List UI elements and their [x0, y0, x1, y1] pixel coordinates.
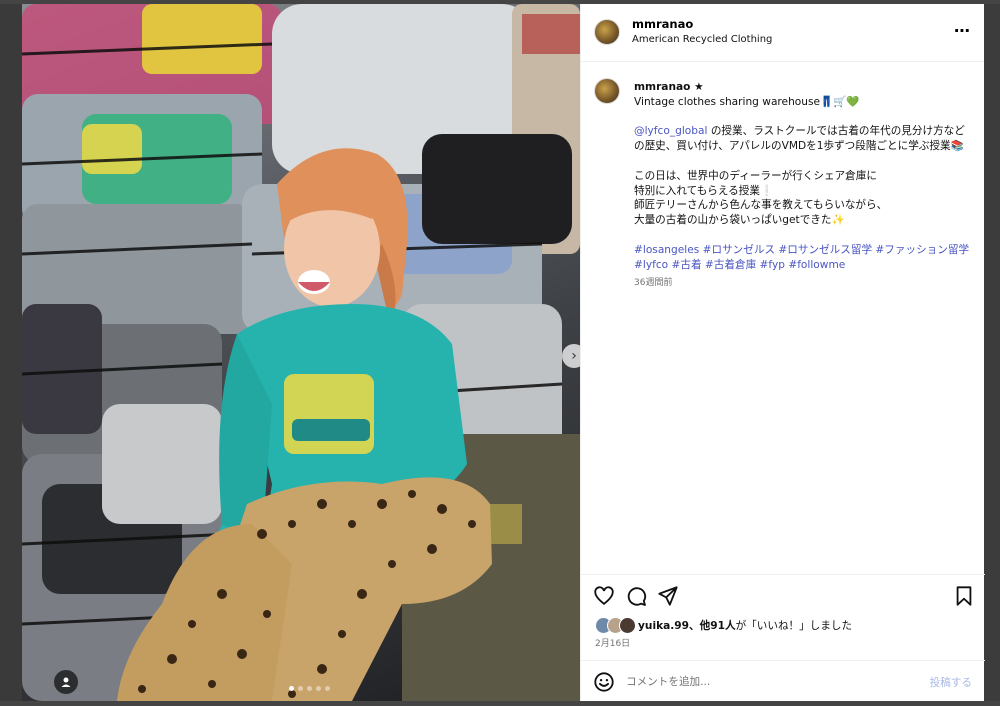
- next-photo-button[interactable]: ›: [562, 344, 580, 368]
- comment-icon[interactable]: [625, 585, 647, 607]
- caption-line: 師匠テリーさんから色んな事を教えてもらいながら、: [634, 199, 888, 212]
- post-comment-button[interactable]: 投稿する: [930, 675, 972, 690]
- carousel-dot: [325, 686, 330, 691]
- likes-suffix: が「いいね！」しました: [735, 620, 853, 632]
- avatar[interactable]: [594, 78, 620, 104]
- hashtags[interactable]: #losangeles #ロサンゼルス #ロサンゼルス留学 #ファッション留学 …: [634, 243, 974, 273]
- more-horizontal-icon[interactable]: ⋯: [954, 21, 971, 40]
- comment-input[interactable]: [626, 671, 916, 693]
- post-username[interactable]: mmranao: [632, 17, 693, 31]
- chevron-right-icon: ›: [571, 348, 577, 364]
- post-date: 2月16日: [595, 639, 631, 649]
- smiley-icon[interactable]: [593, 671, 615, 693]
- user-icon: [61, 677, 71, 687]
- post-header: mmranao American Recycled Clothing ⋯: [581, 4, 984, 62]
- post-side-panel: mmranao American Recycled Clothing ⋯ mmr…: [580, 4, 985, 701]
- heart-icon[interactable]: [593, 585, 615, 607]
- likes-count[interactable]: 、他91人: [689, 620, 736, 632]
- caption-line: この日は、世界中のディーラーが行くシェア倉庫に: [634, 169, 877, 182]
- comment-bar: 投稿する: [581, 660, 985, 701]
- caption-text: mmranao ★ Vintage clothes sharing wareho…: [634, 80, 974, 291]
- tagged-users-button[interactable]: [54, 670, 78, 694]
- liker-username[interactable]: yuika.99: [638, 620, 689, 632]
- caption-username[interactable]: mmranao ★: [634, 80, 974, 95]
- liker-avatars: [595, 617, 636, 634]
- avatar: [619, 617, 636, 634]
- send-icon[interactable]: [657, 585, 679, 607]
- likes-summary[interactable]: yuika.99、他91人が「いいね！」しました: [638, 618, 852, 633]
- carousel-indicator: [289, 686, 330, 691]
- photo-scene: [22, 4, 580, 701]
- post-caption: mmranao ★ Vintage clothes sharing wareho…: [581, 62, 985, 574]
- carousel-dot: [298, 686, 303, 691]
- carousel-dot: [289, 686, 294, 691]
- caption-line: 大量の古着の山から袋いっぱいgetできた✨: [634, 214, 845, 227]
- dimmed-background-bottom: [0, 701, 1000, 706]
- post-photo[interactable]: ›: [22, 4, 580, 701]
- post-location[interactable]: American Recycled Clothing: [632, 34, 772, 45]
- avatar[interactable]: [594, 19, 620, 45]
- post-time[interactable]: 36週間前: [634, 276, 974, 291]
- mention-link[interactable]: @lyfco_global: [634, 125, 707, 137]
- caption-line: Vintage clothes sharing warehouse👖🛒💚: [634, 95, 860, 108]
- caption-paragraph: @lyfco_global の授業、ラストクールでは古着の年代の見分け方などの歴…: [634, 124, 974, 154]
- bookmark-icon[interactable]: [953, 585, 975, 607]
- caption-line: 特別に入れてもらえる授業❕: [634, 184, 774, 197]
- carousel-dot: [307, 686, 312, 691]
- carousel-dot: [316, 686, 321, 691]
- post-actions: yuika.99、他91人が「いいね！」しました 2月16日: [581, 574, 985, 664]
